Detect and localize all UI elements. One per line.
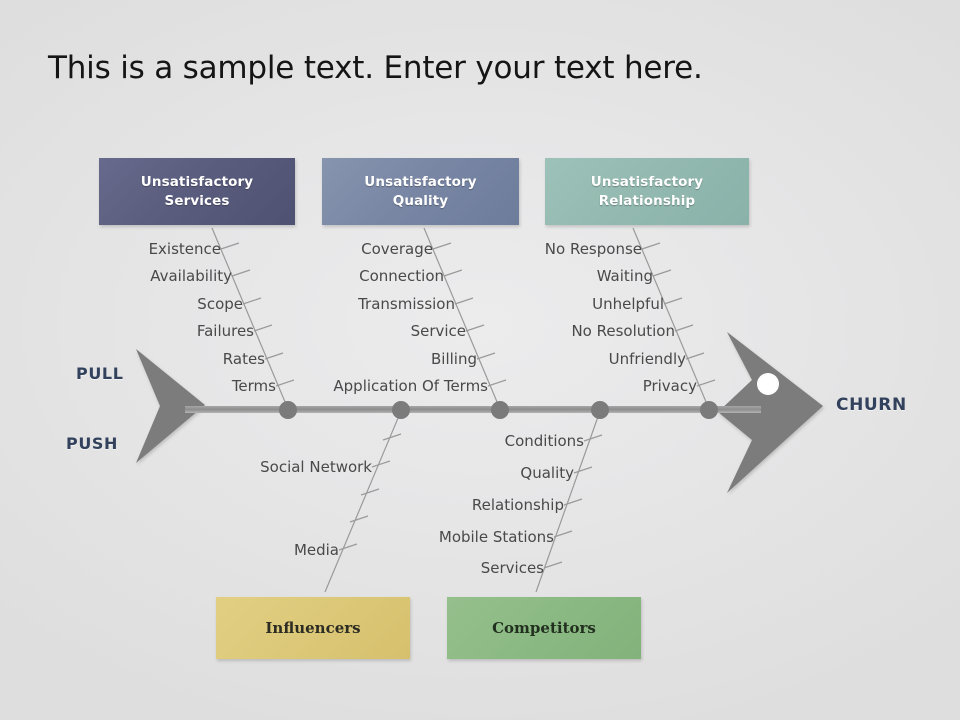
cause-label: Unfriendly: [608, 350, 686, 368]
category-box-relationship[interactable]: Unsatisfactory Relationship: [545, 158, 749, 225]
cause-label: Billing: [431, 350, 477, 368]
cause-label: Transmission: [358, 295, 455, 313]
fish-spine: [185, 406, 761, 413]
cause-label: No Resolution: [571, 322, 675, 340]
category-box-quality-line1: Unsatisfactory: [364, 174, 477, 191]
cause-label: Privacy: [642, 377, 697, 395]
tail-label-push: PUSH: [66, 434, 119, 453]
fish-eye: [757, 373, 779, 395]
spine-node: [392, 401, 410, 419]
spine-node: [279, 401, 297, 419]
page-title: This is a sample text. Enter your text h…: [48, 50, 703, 86]
cause-label: Rates: [222, 350, 265, 368]
cause-label: Terms: [231, 377, 276, 395]
category-box-quality[interactable]: Unsatisfactory Quality: [322, 158, 519, 225]
cause-label: Services: [480, 559, 544, 577]
cause-label: Application Of Terms: [333, 377, 488, 395]
category-box-relationship-line1: Unsatisfactory: [590, 174, 704, 191]
cause-label: No Response: [544, 240, 642, 258]
cause-label: Mobile Stations: [438, 528, 554, 546]
cause-label: Waiting: [596, 267, 653, 285]
cause-label: Conditions: [504, 432, 584, 450]
cause-label: Service: [410, 322, 466, 340]
cause-label: Relationship: [471, 496, 564, 514]
category-box-influencers-label: Influencers: [265, 619, 361, 637]
cause-label: Quality: [520, 464, 574, 482]
spine-node: [491, 401, 509, 419]
category-box-services[interactable]: Unsatisfactory Services: [99, 158, 295, 225]
spine-node: [591, 401, 609, 419]
cause-label: Availability: [150, 267, 232, 285]
category-box-quality-line2: Quality: [392, 192, 449, 209]
cause-label: Coverage: [361, 240, 433, 258]
category-box-influencers[interactable]: Influencers: [216, 597, 410, 659]
spine-node: [700, 401, 718, 419]
cause-label: Failures: [196, 322, 254, 340]
category-box-competitors[interactable]: Competitors: [447, 597, 641, 659]
cause-label: Social Network: [260, 458, 372, 476]
category-box-relationship-line2: Relationship: [598, 192, 696, 209]
fishbone-diagram-canvas: This is a sample text. Enter your text h…: [0, 0, 960, 720]
tail-label-pull: PULL: [76, 364, 124, 383]
effect-label-churn: CHURN: [836, 395, 907, 415]
cause-label: Scope: [197, 295, 243, 313]
category-box-services-line2: Services: [164, 192, 230, 209]
category-box-services-line1: Unsatisfactory: [140, 174, 254, 191]
category-box-competitors-label: Competitors: [492, 619, 596, 637]
cause-label: Unhelpful: [592, 295, 664, 313]
cause-label: Existence: [148, 240, 221, 258]
cause-label: Media: [293, 541, 339, 559]
cause-label: Connection: [359, 267, 444, 285]
branch-line-influencers: [324, 410, 402, 593]
